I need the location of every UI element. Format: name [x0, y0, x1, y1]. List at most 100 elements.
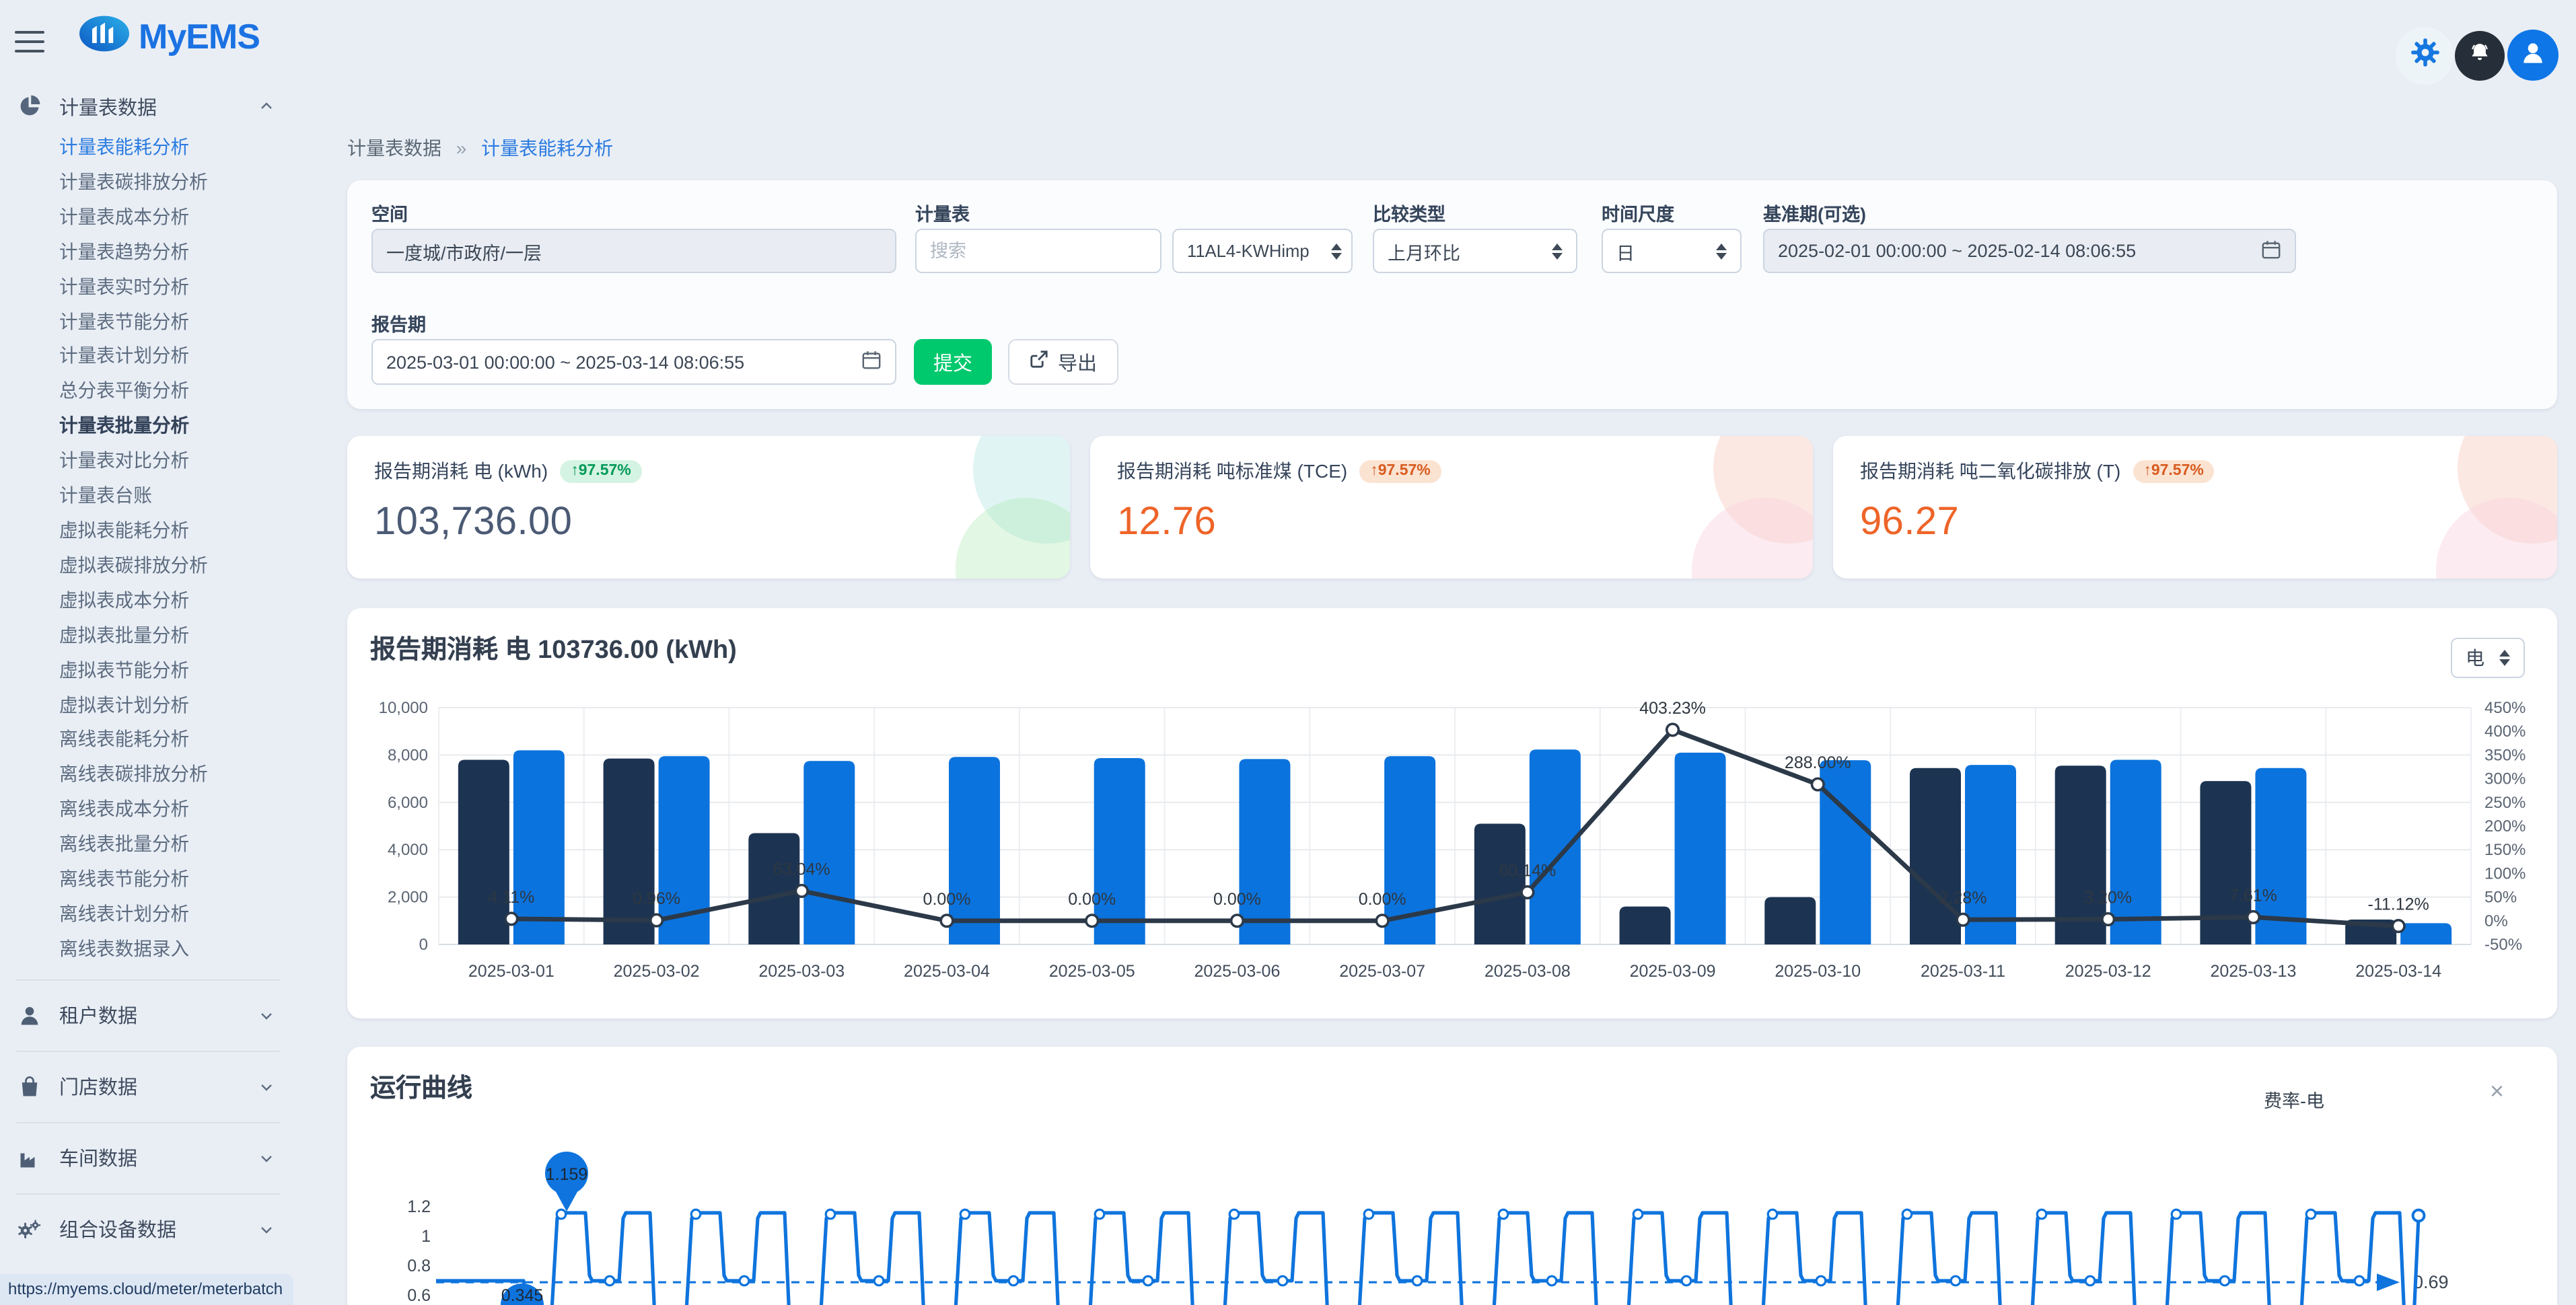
sidebar-divider [16, 1122, 280, 1123]
gears-icon [16, 1217, 42, 1242]
svg-text:-50%: -50% [2484, 936, 2522, 954]
sidebar-item[interactable]: 离线表计划分析 [0, 897, 296, 932]
stat-card-co2: 报告期消耗 吨二氧化碳排放 (T) ↑97.57% 96.27 [1833, 436, 2557, 579]
svg-text:150%: 150% [2484, 841, 2526, 859]
svg-text:200%: 200% [2484, 817, 2526, 835]
chevron-up-icon [258, 98, 275, 114]
app-logo[interactable]: MyEMS [78, 15, 260, 59]
space-input[interactable] [371, 229, 896, 273]
sidebar-item[interactable]: 计量表成本分析 [0, 200, 296, 235]
sidebar-item[interactable]: 虚拟表批量分析 [0, 618, 296, 653]
meter-select[interactable]: 11AL4-KWHimp [1172, 229, 1353, 273]
sidebar-item[interactable]: 计量表批量分析 [0, 410, 296, 445]
svg-text:2.28%: 2.28% [1939, 889, 1987, 907]
reporting-period-label: 报告期 [371, 309, 426, 336]
comparison-select[interactable]: 上月环比 [1373, 229, 1577, 273]
base-period-label: 基准期(可选) [1763, 199, 1866, 226]
sidebar-item[interactable]: 离线表碳排放分析 [0, 758, 296, 793]
user-avatar[interactable] [2507, 30, 2559, 81]
chevron-down-icon [258, 1079, 275, 1095]
svg-text:8,000: 8,000 [388, 746, 428, 764]
sidebar-section-3[interactable]: 车间数据 [0, 1127, 296, 1189]
meter-label: 计量表 [915, 199, 970, 226]
sidebar-item[interactable]: 计量表台账 [0, 479, 296, 514]
svg-text:0.8: 0.8 [407, 1257, 431, 1275]
sidebar-item[interactable]: 离线表节能分析 [0, 862, 296, 897]
settings-button[interactable] [2396, 27, 2454, 85]
app-window: MyEMS [0, 0, 2576, 1305]
sidebar-nav: 计量表数据计量表能耗分析计量表碳排放分析计量表成本分析计量表趋势分析计量表实时分… [0, 83, 296, 1261]
menu-toggle-icon[interactable] [15, 31, 44, 52]
sidebar-item[interactable]: 虚拟表计划分析 [0, 688, 296, 723]
svg-text:2025-03-07: 2025-03-07 [1339, 962, 1425, 981]
meter-search-input[interactable] [915, 229, 1161, 273]
svg-text:403.23%: 403.23% [1639, 699, 1706, 718]
stat-title: 报告期消耗 吨标准煤 (TCE) ↑97.57% [1117, 457, 1786, 484]
svg-text:2025-03-03: 2025-03-03 [758, 962, 845, 981]
svg-text:288.00%: 288.00% [1785, 753, 1851, 772]
sidebar-section-1[interactable]: 租户数据 [0, 985, 296, 1047]
unit-select[interactable]: 电 [2451, 638, 2525, 678]
svg-text:2,000: 2,000 [388, 889, 428, 907]
sidebar-item[interactable]: 离线表批量分析 [0, 827, 296, 862]
sidebar-item[interactable]: 计量表实时分析 [0, 270, 296, 305]
factory-icon [16, 1146, 42, 1171]
sidebar-item[interactable]: 计量表碳排放分析 [0, 165, 296, 200]
chevron-down-icon [258, 1150, 275, 1166]
sidebar-item[interactable]: 总分表平衡分析 [0, 375, 296, 410]
sidebar-item[interactable]: 计量表对比分析 [0, 444, 296, 479]
stat-value: 12.76 [1117, 500, 1786, 545]
stat-title: 报告期消耗 吨二氧化碳排放 (T) ↑97.57% [1860, 457, 2530, 484]
sidebar-item[interactable]: 计量表能耗分析 [0, 130, 296, 165]
sidebar-section-2[interactable]: 门店数据 [0, 1056, 296, 1118]
sidebar-section-label: 组合设备数据 [59, 1216, 176, 1244]
sidebar-section-0[interactable]: 计量表数据 [0, 83, 296, 129]
sidebar-item[interactable]: 离线表数据录入 [0, 932, 296, 967]
trend-badge: ↑97.57% [1359, 459, 1441, 482]
svg-text:2025-03-04: 2025-03-04 [904, 962, 990, 981]
sidebar-item[interactable]: 虚拟表能耗分析 [0, 514, 296, 549]
app-title: MyEMS [139, 16, 260, 58]
sidebar-section-label: 计量表数据 [59, 92, 157, 120]
sidebar-item[interactable]: 计量表节能分析 [0, 305, 296, 340]
trend-badge: ↑97.57% [2133, 459, 2215, 482]
sidebar-item[interactable]: 离线表成本分析 [0, 792, 296, 827]
sidebar-item[interactable]: 虚拟表成本分析 [0, 584, 296, 619]
calendar-icon [861, 350, 882, 374]
sidebar-section-4[interactable]: 组合设备数据 [0, 1199, 296, 1261]
svg-text:1: 1 [421, 1227, 431, 1246]
svg-text:250%: 250% [2484, 794, 2526, 812]
base-period-input[interactable] [1763, 229, 2296, 273]
reporting-period-input[interactable] [371, 339, 896, 385]
export-button[interactable]: 导出 [1008, 339, 1118, 385]
breadcrumb: 计量表数据 » 计量表能耗分析 [347, 135, 613, 161]
svg-text:0.6: 0.6 [407, 1286, 431, 1305]
submit-button[interactable]: 提交 [914, 339, 992, 385]
svg-text:63.04%: 63.04% [773, 860, 830, 879]
stat-value: 96.27 [1860, 500, 2530, 545]
sidebar-divider [16, 1051, 280, 1052]
sidebar-item[interactable]: 离线表能耗分析 [0, 723, 296, 758]
svg-text:0: 0 [419, 936, 428, 954]
svg-text:2025-03-05: 2025-03-05 [1049, 962, 1135, 981]
calendar-icon [2261, 239, 2281, 263]
period-type-select[interactable]: 日 [1602, 229, 1742, 273]
chevron-down-icon [258, 1222, 275, 1238]
breadcrumb-current[interactable]: 计量表能耗分析 [481, 137, 613, 159]
svg-text:2025-03-12: 2025-03-12 [2065, 962, 2151, 981]
sidebar-item[interactable]: 虚拟表碳排放分析 [0, 549, 296, 584]
svg-text:60.14%: 60.14% [1499, 861, 1556, 880]
svg-text:1.2: 1.2 [407, 1197, 431, 1216]
svg-text:0%: 0% [2484, 912, 2508, 930]
breadcrumb-separator: » [456, 137, 467, 159]
stat-card-tce: 报告期消耗 吨标准煤 (TCE) ↑97.57% 12.76 [1090, 436, 1813, 579]
notifications-button[interactable] [2455, 31, 2505, 81]
stat-title: 报告期消耗 电 (kWh) ↑97.57% [374, 457, 1043, 484]
sidebar-item[interactable]: 虚拟表节能分析 [0, 653, 296, 688]
sidebar-item[interactable]: 计量表趋势分析 [0, 235, 296, 270]
sidebar-item[interactable]: 计量表计划分析 [0, 340, 296, 375]
svg-text:0.345: 0.345 [501, 1286, 544, 1305]
svg-text:0.00%: 0.00% [923, 890, 971, 909]
close-icon[interactable]: × [2490, 1079, 2504, 1103]
breadcrumb-parent[interactable]: 计量表数据 [347, 137, 441, 159]
